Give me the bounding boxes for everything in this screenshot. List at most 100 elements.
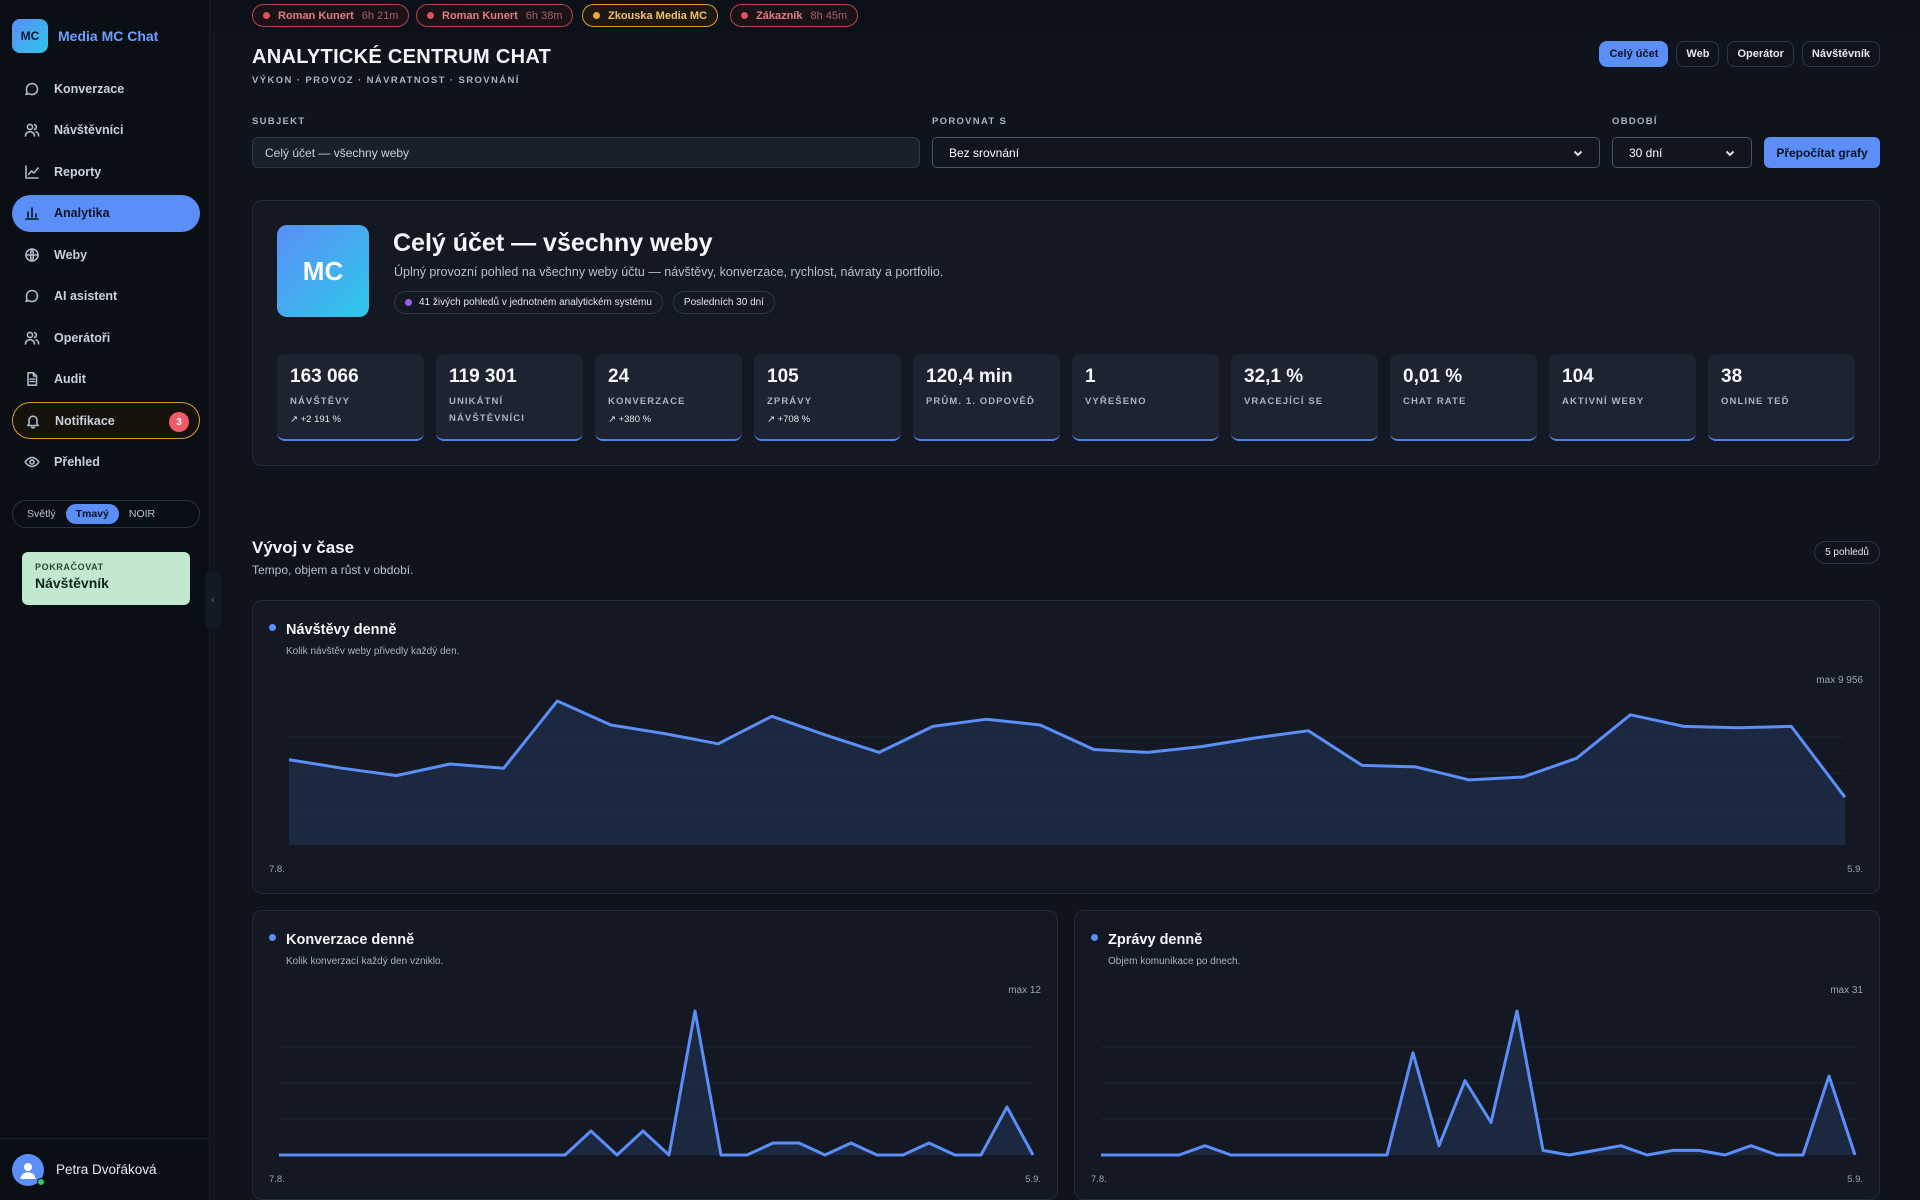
- tab-operator[interactable]: Operátor: [1727, 41, 1794, 67]
- data-point[interactable]: [1306, 729, 1310, 733]
- brand[interactable]: MC Media MC Chat: [12, 19, 158, 53]
- data-point[interactable]: [1229, 1153, 1233, 1157]
- data-point[interactable]: [1151, 1153, 1155, 1157]
- data-point[interactable]: [931, 724, 935, 728]
- data-point[interactable]: [287, 758, 291, 762]
- theme-option-noir[interactable]: NOIR: [119, 504, 165, 524]
- user-profile[interactable]: Petra Dvořáková: [0, 1138, 210, 1200]
- theme-option-light[interactable]: Světlý: [17, 504, 66, 524]
- data-point[interactable]: [394, 774, 398, 778]
- subject-input[interactable]: Celý účet — všechny weby: [252, 137, 920, 168]
- recalculate-charts-button[interactable]: Přepočítat grafy: [1764, 137, 1880, 168]
- period-select[interactable]: 30 dní: [1612, 137, 1752, 168]
- data-point[interactable]: [1593, 1148, 1597, 1152]
- data-point[interactable]: [824, 733, 828, 737]
- data-point[interactable]: [1099, 1153, 1103, 1157]
- sidebar-item-reporty[interactable]: Reporty: [12, 153, 200, 190]
- data-point[interactable]: [1199, 745, 1203, 749]
- data-point[interactable]: [1255, 1153, 1259, 1157]
- data-point[interactable]: [1775, 1153, 1779, 1157]
- data-point[interactable]: [1801, 1153, 1805, 1157]
- sidebar-item-navstevnici[interactable]: Návštěvníci: [12, 112, 200, 149]
- data-point[interactable]: [1723, 1153, 1727, 1157]
- data-point[interactable]: [693, 1009, 697, 1013]
- data-point[interactable]: [953, 1153, 957, 1157]
- data-point[interactable]: [877, 750, 881, 754]
- sidebar-item-weby[interactable]: Weby: [12, 236, 200, 273]
- data-point[interactable]: [1005, 1105, 1009, 1109]
- data-point[interactable]: [1489, 1120, 1493, 1124]
- sidebar-item-ai-asistent[interactable]: AI asistent: [12, 278, 200, 315]
- data-point[interactable]: [979, 1153, 983, 1157]
- data-point[interactable]: [1853, 1153, 1857, 1157]
- data-point[interactable]: [745, 1153, 749, 1157]
- data-point[interactable]: [1843, 795, 1847, 799]
- data-point[interactable]: [1575, 756, 1579, 760]
- theme-option-dark[interactable]: Tmavý: [65, 504, 119, 524]
- data-point[interactable]: [1827, 1074, 1831, 1078]
- data-point[interactable]: [1253, 736, 1257, 740]
- data-point[interactable]: [1307, 1153, 1311, 1157]
- data-point[interactable]: [1281, 1153, 1285, 1157]
- data-point[interactable]: [459, 1153, 463, 1157]
- data-point[interactable]: [381, 1153, 385, 1157]
- data-point[interactable]: [1541, 1148, 1545, 1152]
- sidebar-item-analytika[interactable]: Analytika: [12, 194, 200, 232]
- sidebar-item-konverzace[interactable]: Konverzace: [12, 70, 200, 107]
- sidebar-collapse-handle[interactable]: ‹: [205, 572, 221, 628]
- data-point[interactable]: [329, 1153, 333, 1157]
- data-point[interactable]: [1145, 750, 1149, 754]
- continue-card[interactable]: POKRAČOVAT Návštěvník: [22, 552, 190, 605]
- data-point[interactable]: [1515, 1009, 1519, 1013]
- data-point[interactable]: [667, 1153, 671, 1157]
- session-tab-active[interactable]: Zkouska Media MC: [582, 4, 719, 27]
- data-point[interactable]: [1463, 1079, 1467, 1083]
- data-point[interactable]: [1697, 1148, 1701, 1152]
- compare-select[interactable]: Bez srovnání: [932, 137, 1600, 168]
- data-point[interactable]: [663, 732, 667, 736]
- data-point[interactable]: [589, 1129, 593, 1133]
- data-point[interactable]: [1031, 1153, 1035, 1157]
- data-point[interactable]: [1567, 1153, 1571, 1157]
- data-point[interactable]: [511, 1153, 515, 1157]
- data-point[interactable]: [1619, 1144, 1623, 1148]
- data-point[interactable]: [1038, 723, 1042, 727]
- session-tab[interactable]: Roman Kunert 6h 38m: [416, 4, 574, 27]
- data-point[interactable]: [1385, 1153, 1389, 1157]
- data-point[interactable]: [849, 1141, 853, 1145]
- data-point[interactable]: [1125, 1153, 1129, 1157]
- data-point[interactable]: [609, 723, 613, 727]
- tab-web[interactable]: Web: [1676, 41, 1720, 67]
- data-point[interactable]: [1521, 775, 1525, 779]
- data-point[interactable]: [1092, 748, 1096, 752]
- data-point[interactable]: [1789, 724, 1793, 728]
- data-point[interactable]: [1411, 1051, 1415, 1055]
- data-point[interactable]: [985, 717, 989, 721]
- sidebar-item-audit[interactable]: Audit: [12, 361, 200, 398]
- data-point[interactable]: [1177, 1153, 1181, 1157]
- data-point[interactable]: [563, 1153, 567, 1157]
- data-point[interactable]: [1628, 713, 1632, 717]
- data-point[interactable]: [641, 1129, 645, 1133]
- data-point[interactable]: [433, 1153, 437, 1157]
- data-point[interactable]: [1682, 724, 1686, 728]
- data-point[interactable]: [770, 714, 774, 718]
- session-tab[interactable]: Zákazník 8h 45m: [730, 4, 859, 27]
- data-point[interactable]: [1645, 1153, 1649, 1157]
- data-point[interactable]: [1359, 1153, 1363, 1157]
- data-point[interactable]: [1414, 765, 1418, 769]
- data-point[interactable]: [615, 1153, 619, 1157]
- data-point[interactable]: [407, 1153, 411, 1157]
- data-point[interactable]: [1360, 763, 1364, 767]
- tab-cely-ucet[interactable]: Celý účet: [1599, 41, 1669, 67]
- data-point[interactable]: [448, 762, 452, 766]
- data-point[interactable]: [1467, 778, 1471, 782]
- session-tab[interactable]: Roman Kunert 6h 21m: [252, 4, 410, 27]
- data-point[interactable]: [303, 1153, 307, 1157]
- data-point[interactable]: [901, 1153, 905, 1157]
- data-point[interactable]: [1437, 1144, 1441, 1148]
- tab-navstevnik[interactable]: Návštěvník: [1801, 41, 1880, 67]
- data-point[interactable]: [537, 1153, 541, 1157]
- data-point[interactable]: [485, 1153, 489, 1157]
- data-point[interactable]: [502, 766, 506, 770]
